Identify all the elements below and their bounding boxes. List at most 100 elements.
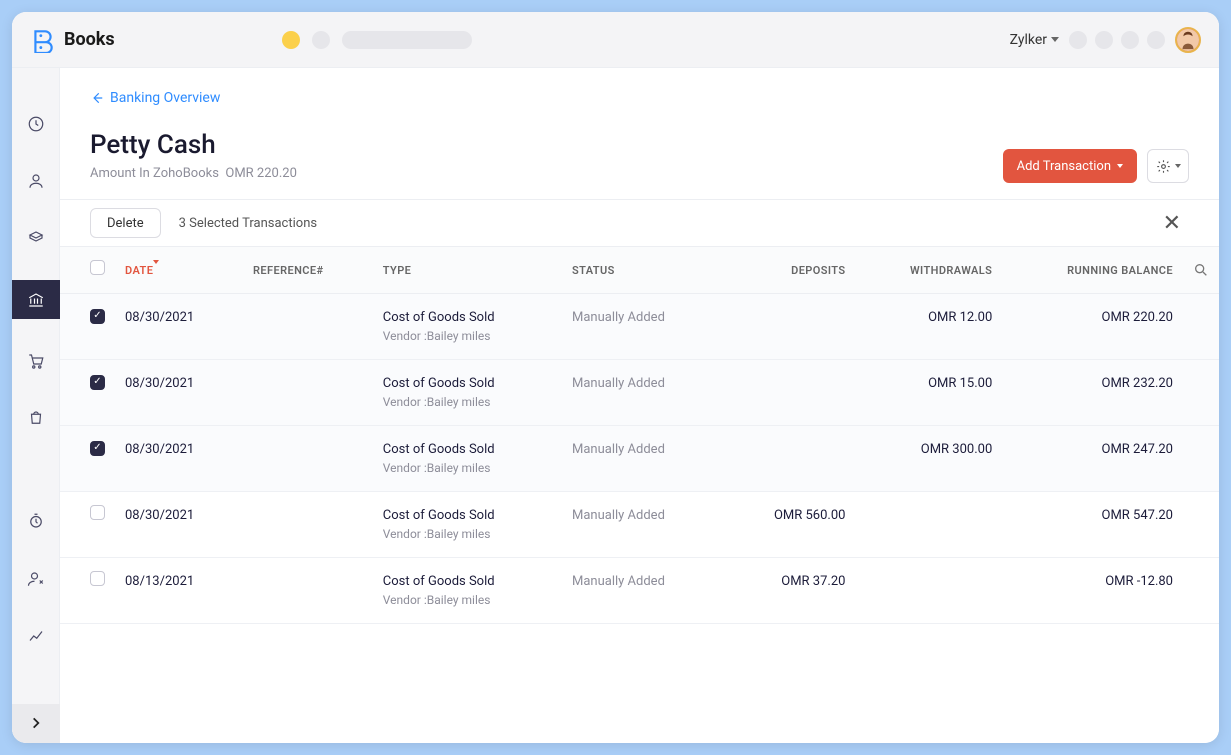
app-window: Books Zylker: [12, 12, 1219, 743]
org-name: Zylker: [1010, 32, 1047, 48]
cell-status: Manually Added: [562, 426, 724, 492]
cell-reference: [243, 294, 373, 360]
skeleton-loaders: [282, 31, 472, 49]
cell-reference: [243, 360, 373, 426]
arrow-left-icon: [90, 91, 104, 105]
back-link[interactable]: Banking Overview: [90, 90, 220, 106]
table-row[interactable]: 08/13/2021 Cost of Goods SoldVendor :Bail…: [60, 558, 1219, 624]
selected-count: 3 Selected Transactions: [179, 216, 317, 231]
row-checkbox[interactable]: [90, 505, 105, 520]
cell-type: Cost of Goods SoldVendor :Bailey miles: [373, 492, 562, 558]
cell-balance: OMR 247.20: [1002, 426, 1183, 492]
cell-deposits: [724, 294, 855, 360]
sort-desc-icon: [153, 260, 159, 277]
sidebar-item-banking[interactable]: [12, 280, 60, 319]
sidebar: [12, 68, 60, 743]
add-transaction-label: Add Transaction: [1017, 159, 1111, 174]
topbar-right: Zylker: [1010, 27, 1201, 53]
sidebar-item-items[interactable]: [12, 223, 60, 254]
cell-date: 08/30/2021: [115, 294, 243, 360]
delete-button[interactable]: Delete: [90, 208, 161, 238]
table-row[interactable]: 08/30/2021 Cost of Goods SoldVendor :Bail…: [60, 426, 1219, 492]
sidebar-item-reports[interactable]: [12, 620, 60, 651]
topbar-dots: [1069, 31, 1165, 49]
cell-date: 08/30/2021: [115, 426, 243, 492]
table-row[interactable]: 08/30/2021 Cost of Goods SoldVendor :Bail…: [60, 360, 1219, 426]
cell-reference: [243, 426, 373, 492]
app-logo[interactable]: Books: [30, 27, 115, 53]
cell-deposits: OMR 37.20: [724, 558, 855, 624]
sidebar-item-sales[interactable]: [12, 345, 60, 376]
col-withdrawals[interactable]: WITHDRAWALS: [855, 247, 1002, 294]
cell-type: Cost of Goods SoldVendor :Bailey miles: [373, 294, 562, 360]
topbar: Books Zylker: [12, 12, 1219, 68]
row-checkbox[interactable]: [90, 571, 105, 586]
sidebar-item-time[interactable]: [12, 506, 60, 537]
sidebar-expand-button[interactable]: [12, 704, 60, 743]
cell-balance: OMR 232.20: [1002, 360, 1183, 426]
col-deposits[interactable]: DEPOSITS: [724, 247, 855, 294]
cell-withdrawals: OMR 300.00: [855, 426, 1002, 492]
cell-status: Manually Added: [562, 360, 724, 426]
topbar-dot[interactable]: [1095, 31, 1113, 49]
cell-reference: [243, 558, 373, 624]
col-type[interactable]: TYPE: [373, 247, 562, 294]
gear-icon: [1156, 159, 1171, 174]
skeleton-dot: [282, 31, 300, 49]
sidebar-item-purchases[interactable]: [12, 403, 60, 434]
cell-reference: [243, 492, 373, 558]
cell-balance: OMR -12.80: [1002, 558, 1183, 624]
cell-withdrawals: [855, 558, 1002, 624]
sidebar-item-dashboard[interactable]: [12, 108, 60, 139]
back-link-label: Banking Overview: [110, 90, 220, 106]
caret-down-icon: [1175, 164, 1181, 168]
row-checkbox[interactable]: [90, 309, 105, 324]
cell-type: Cost of Goods SoldVendor :Bailey miles: [373, 360, 562, 426]
skeleton-dot: [312, 31, 330, 49]
cell-withdrawals: OMR 12.00: [855, 294, 1002, 360]
col-search[interactable]: [1183, 247, 1219, 294]
col-date[interactable]: DATE: [115, 247, 243, 294]
cell-date: 08/13/2021: [115, 558, 243, 624]
main-content: Banking Overview Petty Cash Amount In Zo…: [60, 68, 1219, 743]
row-checkbox[interactable]: [90, 375, 105, 390]
app-name: Books: [64, 29, 115, 50]
col-balance[interactable]: RUNNING BALANCE: [1002, 247, 1183, 294]
cell-withdrawals: OMR 15.00: [855, 360, 1002, 426]
cell-balance: OMR 547.20: [1002, 492, 1183, 558]
sidebar-item-contacts[interactable]: [12, 165, 60, 196]
cell-status: Manually Added: [562, 492, 724, 558]
topbar-dot[interactable]: [1147, 31, 1165, 49]
topbar-dot[interactable]: [1069, 31, 1087, 49]
transactions-table: DATE REFERENCE# TYPE STATUS DEPOSITS WIT…: [60, 247, 1219, 624]
cell-deposits: [724, 426, 855, 492]
cell-status: Manually Added: [562, 558, 724, 624]
cell-type: Cost of Goods SoldVendor :Bailey miles: [373, 558, 562, 624]
skeleton-bar: [342, 31, 472, 49]
table-row[interactable]: 08/30/2021 Cost of Goods SoldVendor :Bail…: [60, 492, 1219, 558]
cell-type: Cost of Goods SoldVendor :Bailey miles: [373, 426, 562, 492]
cell-balance: OMR 220.20: [1002, 294, 1183, 360]
logo-icon: [30, 27, 56, 53]
user-avatar[interactable]: [1175, 27, 1201, 53]
settings-button[interactable]: [1147, 149, 1189, 183]
caret-down-icon: [1117, 164, 1123, 168]
selection-bar: Delete 3 Selected Transactions ✕: [60, 199, 1219, 247]
topbar-dot[interactable]: [1121, 31, 1139, 49]
search-icon: [1193, 262, 1209, 278]
cell-deposits: [724, 360, 855, 426]
cell-deposits: OMR 560.00: [724, 492, 855, 558]
col-reference[interactable]: REFERENCE#: [243, 247, 373, 294]
select-all-checkbox[interactable]: [90, 260, 105, 275]
close-selection-button[interactable]: ✕: [1155, 207, 1189, 240]
cell-withdrawals: [855, 492, 1002, 558]
col-status[interactable]: STATUS: [562, 247, 724, 294]
add-transaction-button[interactable]: Add Transaction: [1003, 149, 1137, 183]
sidebar-item-accountant[interactable]: [12, 563, 60, 594]
table-row[interactable]: 08/30/2021 Cost of Goods SoldVendor :Bail…: [60, 294, 1219, 360]
cell-date: 08/30/2021: [115, 360, 243, 426]
cell-date: 08/30/2021: [115, 492, 243, 558]
org-switcher[interactable]: Zylker: [1010, 32, 1059, 48]
page-header: Banking Overview Petty Cash Amount In Zo…: [60, 68, 1219, 199]
row-checkbox[interactable]: [90, 441, 105, 456]
